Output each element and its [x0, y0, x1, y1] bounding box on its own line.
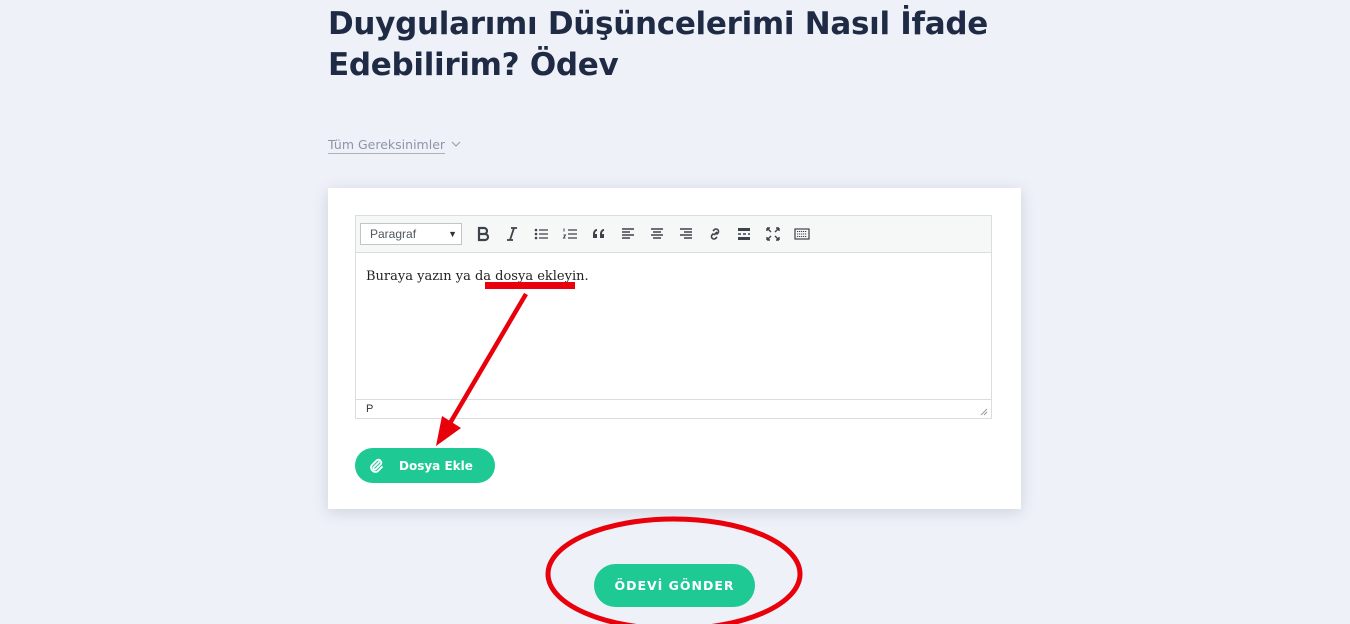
attach-file-button[interactable]: Dosya Ekle — [355, 448, 495, 483]
align-right-icon — [679, 228, 692, 239]
bold-icon — [477, 226, 489, 242]
bullet-list-button[interactable] — [526, 221, 555, 247]
blockquote-icon — [592, 229, 604, 238]
format-select[interactable]: Paragraf ▼ — [360, 223, 462, 245]
chevron-down-icon — [451, 140, 461, 151]
assignment-card: Paragraf ▼ Buraya yazın ya da dosya ekle… — [328, 188, 1021, 509]
element-path[interactable]: P — [366, 403, 373, 415]
numbered-list-icon — [562, 228, 577, 239]
editor-content-area[interactable]: Buraya yazın ya da dosya ekleyin. — [356, 253, 991, 399]
rich-text-editor: Paragraf ▼ Buraya yazın ya da dosya ekle… — [355, 215, 992, 419]
requirements-label: Tüm Gereksinimler — [328, 137, 446, 154]
toolbar-toggle-icon — [793, 228, 810, 240]
attach-file-label: Dosya Ekle — [399, 458, 473, 473]
align-left-button[interactable] — [613, 221, 642, 247]
blockquote-button[interactable] — [584, 221, 613, 247]
italic-button[interactable] — [497, 221, 526, 247]
fullscreen-icon — [765, 227, 780, 241]
link-button[interactable] — [700, 221, 729, 247]
page-title: Duygularımı Düşüncelerimi Nasıl İfade Ed… — [328, 6, 988, 83]
numbered-list-button[interactable] — [555, 221, 584, 247]
fullscreen-button[interactable] — [758, 221, 787, 247]
italic-icon — [506, 227, 517, 241]
link-icon — [710, 228, 719, 240]
resize-handle-icon[interactable] — [979, 407, 988, 416]
editor-toolbar: Paragraf ▼ — [356, 216, 991, 253]
editor-placeholder: Buraya yazın ya da dosya ekleyin. — [366, 269, 589, 284]
bullet-list-icon — [534, 228, 548, 240]
align-right-button[interactable] — [671, 221, 700, 247]
align-center-icon — [650, 228, 663, 239]
read-more-button[interactable] — [729, 221, 758, 247]
format-select-value: Paragraf — [370, 227, 417, 241]
align-center-button[interactable] — [642, 221, 671, 247]
toolbar-toggle-button[interactable] — [787, 221, 816, 247]
editor-statusbar: P — [356, 399, 991, 418]
caret-down-icon: ▼ — [448, 229, 457, 239]
align-left-icon — [621, 228, 634, 239]
bold-button[interactable] — [468, 221, 497, 247]
paperclip-icon — [370, 458, 383, 473]
submit-assignment-button[interactable]: ÖDEVİ GÖNDER — [594, 564, 755, 607]
read-more-icon — [737, 228, 750, 240]
requirements-toggle[interactable]: Tüm Gereksinimler — [328, 137, 461, 154]
